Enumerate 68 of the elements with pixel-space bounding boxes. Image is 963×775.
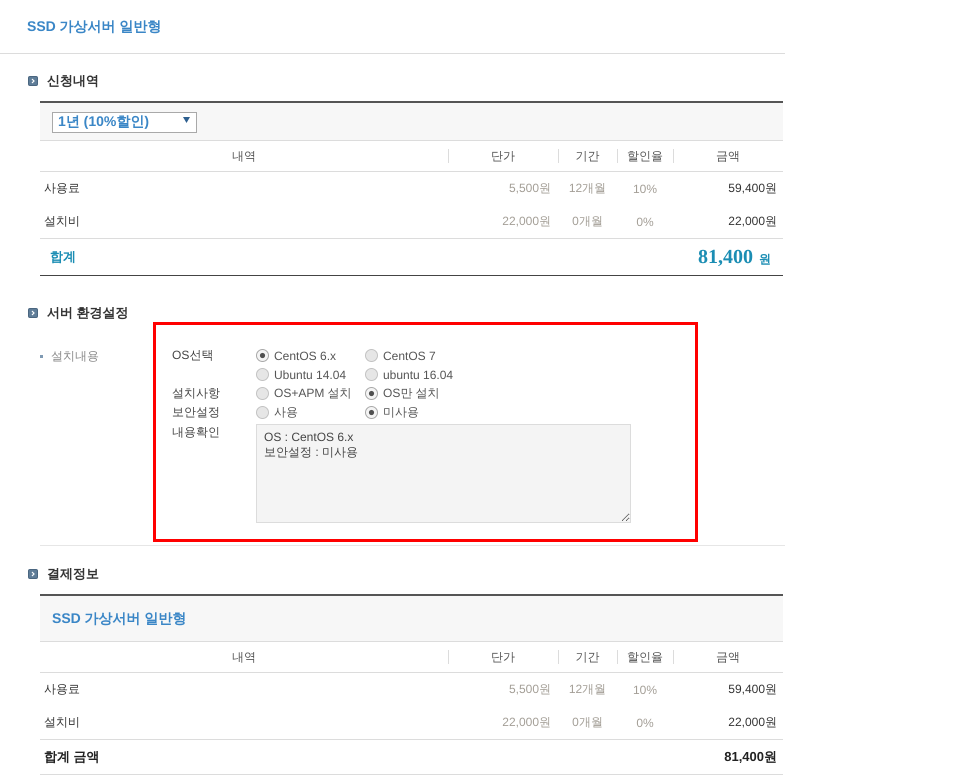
table-cell-text: 0% — [635, 714, 655, 732]
table-cell-text: 0% — [635, 214, 655, 230]
table-cell-text: 10% — [632, 682, 658, 698]
table-cell-text: 사용료 — [43, 180, 81, 197]
column-header: 내역 — [232, 148, 256, 164]
table-cell-text: 사용료 — [43, 681, 81, 698]
radio-icon[interactable] — [256, 387, 269, 400]
arrow-square-icon — [28, 308, 38, 318]
table-cell-text: 22,000원 — [501, 714, 552, 731]
radio-icon[interactable] — [256, 406, 269, 419]
table-cell-text: 0개월 — [571, 714, 604, 731]
radio-option[interactable]: CentOS 7 — [365, 346, 454, 365]
section-heading: 결제정보 — [47, 565, 99, 583]
radio-option[interactable]: Ubuntu 14.04 — [256, 365, 365, 384]
table-cell-text: 설치비 — [43, 714, 81, 731]
radio-option[interactable]: 미사용 — [365, 403, 419, 422]
radio-option[interactable]: OS+APM 설치 — [256, 384, 365, 403]
caret-icon — [183, 117, 190, 123]
currency-unit: 원 — [759, 250, 771, 268]
bullet-icon — [40, 355, 43, 358]
column-header: 금액 — [716, 148, 740, 164]
column-header: 내역 — [232, 648, 256, 666]
table-cell-text: 22,000원 — [501, 213, 552, 230]
table-cell-text: 10% — [632, 180, 658, 198]
table-cell-text: 5,500원 — [508, 681, 552, 698]
setting-label: 보안설정 — [172, 404, 221, 421]
table-cell-text: 59,400원 — [727, 681, 778, 698]
column-header: 할인율 — [627, 148, 663, 164]
table-cell-text: 22,000원 — [727, 714, 778, 731]
arrow-square-icon — [28, 569, 38, 579]
total-label: 합계 금액 — [44, 748, 100, 766]
section-heading: 신청내역 — [47, 72, 99, 90]
table-cell-text: 59,400원 — [727, 180, 778, 197]
summary-textarea[interactable]: OS : CentOS 6.x 보안설정 : 미사용 — [256, 424, 631, 523]
radio-icon[interactable] — [365, 387, 378, 400]
radio-option[interactable]: OS만 설치 — [365, 384, 440, 403]
column-header: 단가 — [491, 148, 515, 164]
table-cell-text: 설치비 — [43, 213, 81, 230]
column-header: 기간 — [576, 648, 600, 666]
radio-icon[interactable] — [256, 349, 269, 362]
setting-label: OS선택 — [172, 347, 214, 364]
column-header: 할인율 — [627, 648, 663, 666]
field-label: 설치내용 — [51, 348, 99, 365]
total-label: 합계 — [50, 248, 76, 266]
term-dropdown[interactable]: 1년 (10%할인) — [52, 112, 197, 132]
total-amount: 81,400원 — [724, 748, 777, 766]
page-title: SSD 가상서버 일반형 — [27, 18, 162, 36]
radio-icon[interactable] — [256, 368, 269, 381]
table-cell-text: 22,000원 — [727, 213, 778, 230]
setting-label: 설치사항 — [172, 385, 221, 402]
radio-icon[interactable] — [365, 368, 378, 381]
table-cell-text: 12개월 — [568, 180, 608, 197]
setting-label: 내용확인 — [172, 424, 221, 441]
radio-icon[interactable] — [365, 349, 378, 362]
product-title: SSD 가상서버 일반형 — [52, 610, 187, 628]
table-cell-text: 0개월 — [571, 213, 604, 230]
arrow-square-icon — [28, 76, 38, 86]
table-cell-text: 12개월 — [568, 681, 608, 698]
radio-option[interactable]: 사용 — [256, 403, 365, 422]
total-amount: 81,400 — [698, 246, 753, 268]
column-header: 금액 — [716, 648, 740, 666]
radio-option[interactable]: CentOS 6.x — [256, 346, 365, 365]
column-header: 기간 — [576, 148, 600, 164]
section-heading: 서버 환경설정 — [47, 304, 129, 322]
table-cell-text: 5,500원 — [508, 180, 552, 197]
column-header: 단가 — [491, 648, 515, 666]
radio-icon[interactable] — [365, 406, 378, 419]
radio-option[interactable]: ubuntu 16.04 — [365, 365, 454, 384]
